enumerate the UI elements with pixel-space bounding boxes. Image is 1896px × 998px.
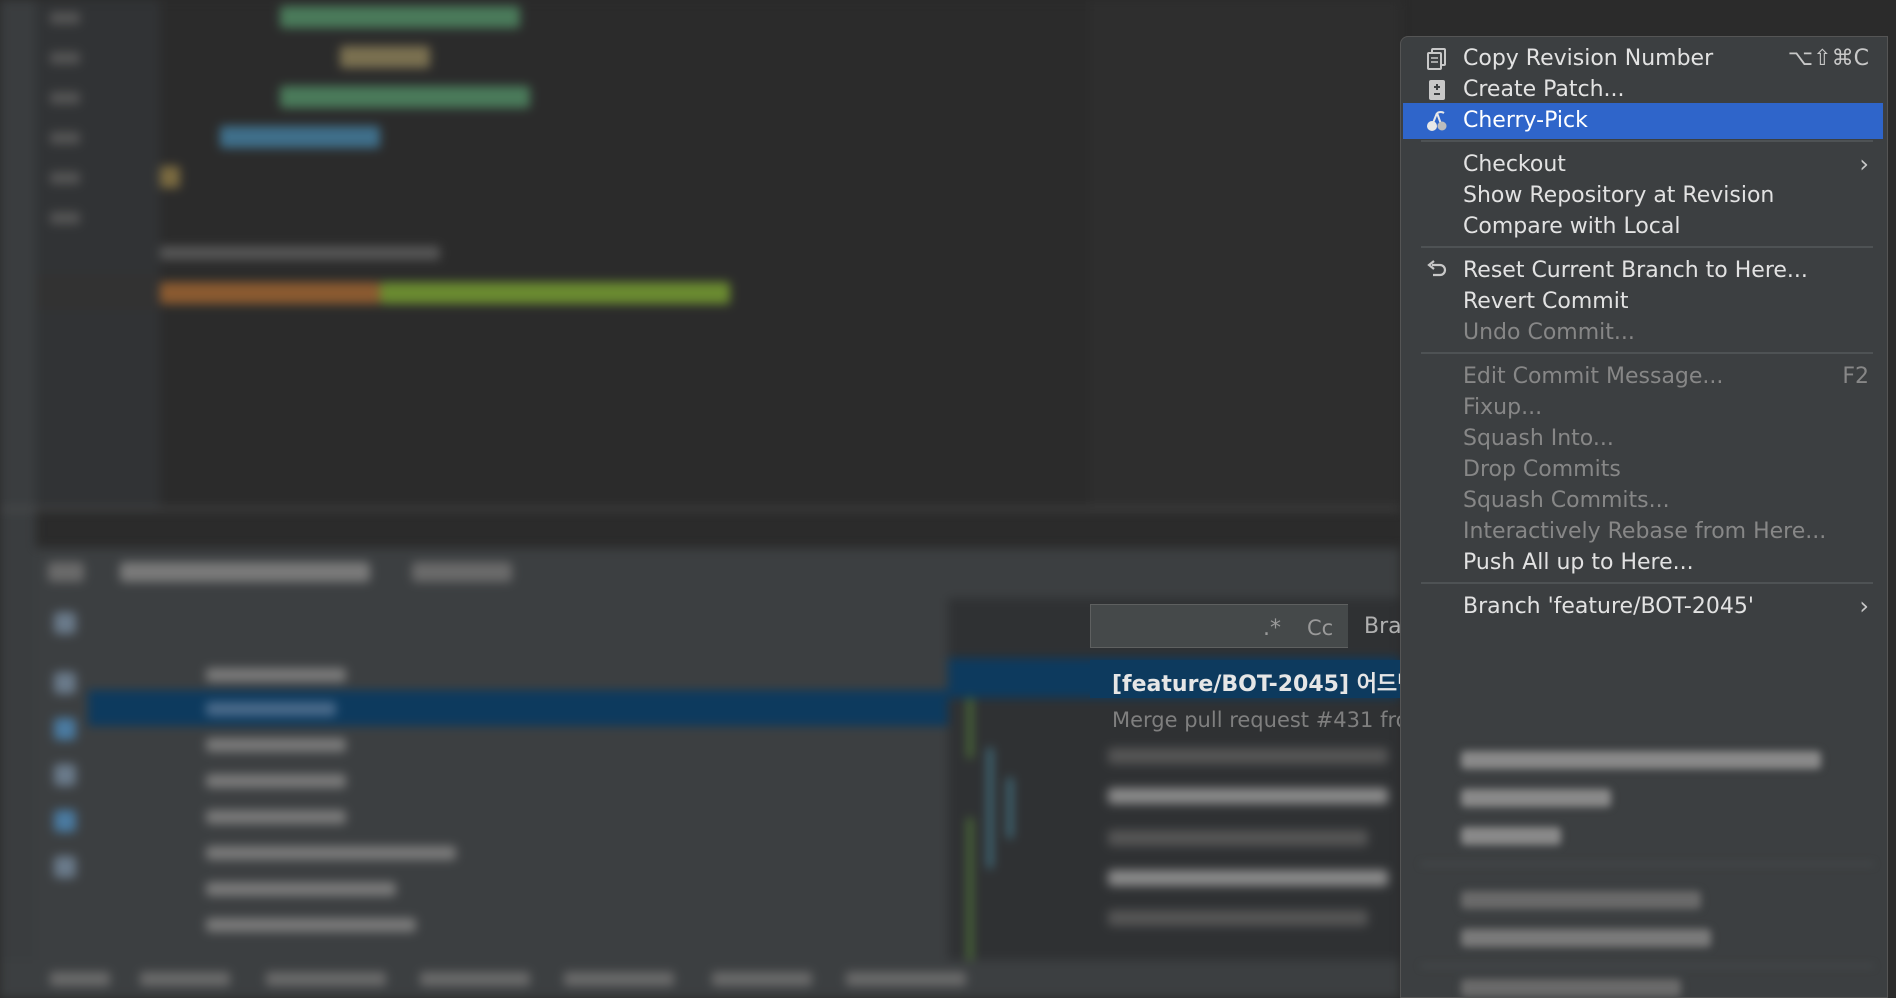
cherry-pick-icon (1425, 109, 1449, 133)
branches-tree-panel (36, 598, 948, 970)
selected-commit-row[interactable]: [feature/BOT-2045] 어드민 (1090, 660, 1400, 698)
menu-item-label: Edit Commit Message... (1463, 364, 1724, 389)
menu-item-label: Create Patch... (1463, 77, 1625, 102)
patch-icon (1425, 78, 1449, 102)
menu-item-label: Interactively Rebase from Here... (1463, 519, 1827, 544)
copy-icon (1425, 47, 1449, 71)
menu-item-label: Copy Revision Number (1463, 46, 1714, 71)
menu-blurred-items (1401, 717, 1887, 997)
left-tool-stripe (0, 0, 36, 998)
menu-separator (1421, 246, 1873, 248)
menu-item-compare-with-local[interactable]: Compare with Local (1403, 209, 1883, 245)
submenu-arrow-icon: › (1859, 150, 1869, 178)
log-search-input[interactable]: .* Cc (1090, 604, 1348, 648)
menu-item-label: Squash Commits... (1463, 488, 1670, 513)
menu-item-label: Undo Commit... (1463, 320, 1635, 345)
code-editor[interactable] (160, 0, 1090, 510)
menu-item-label: Checkout (1463, 152, 1566, 177)
editor-divider (0, 508, 1400, 510)
menu-separator (1421, 582, 1873, 584)
regex-toggle[interactable]: .* (1263, 616, 1281, 641)
commit-log-panel (948, 598, 1400, 970)
menu-item-push-all-up-to-here[interactable]: Push All up to Here... (1403, 545, 1883, 581)
menu-item-label: Drop Commits (1463, 457, 1621, 482)
menu-item-undo-commit[interactable]: Undo Commit... (1403, 315, 1883, 351)
menu-item-label: Show Repository at Revision (1463, 183, 1775, 208)
menu-item-shortcut: ⌥⇧⌘C (1787, 46, 1869, 71)
commit-message: Merge pull request #431 fro (1112, 708, 1400, 732)
menu-item-label: Squash Into... (1463, 426, 1614, 451)
menu-item-label: Branch 'feature/BOT-2045' (1463, 594, 1754, 619)
menu-separator (1421, 140, 1873, 142)
commit-context-menu: Copy Revision Number ⌥⇧⌘C Create Patch..… (1400, 36, 1888, 998)
git-tool-window-header (36, 548, 1400, 598)
editor-right-area (1090, 0, 1400, 510)
menu-item-label: Push All up to Here... (1463, 550, 1694, 575)
menu-item-cherry-pick[interactable]: Cherry-Pick (1403, 103, 1883, 139)
menu-item-label: Reset Current Branch to Here... (1463, 258, 1808, 283)
menu-separator (1421, 352, 1873, 354)
menu-item-label: Revert Commit (1463, 289, 1629, 314)
match-case-toggle[interactable]: Cc (1307, 616, 1333, 640)
menu-item-shortcut: F2 (1842, 364, 1869, 389)
commit-title: [feature/BOT-2045] 어드민 (1112, 672, 1400, 697)
menu-item-label: Compare with Local (1463, 214, 1681, 239)
menu-item-label: Fixup... (1463, 395, 1543, 420)
menu-item-label: Cherry-Pick (1463, 108, 1588, 133)
editor-gutter (36, 0, 160, 510)
branch-filter-button[interactable]: Bra (1364, 614, 1400, 639)
reset-icon (1425, 259, 1449, 283)
submenu-arrow-icon: › (1859, 592, 1869, 620)
bottom-tool-bar (0, 960, 1400, 998)
menu-item-branch-submenu[interactable]: Branch 'feature/BOT-2045' › (1403, 589, 1883, 625)
